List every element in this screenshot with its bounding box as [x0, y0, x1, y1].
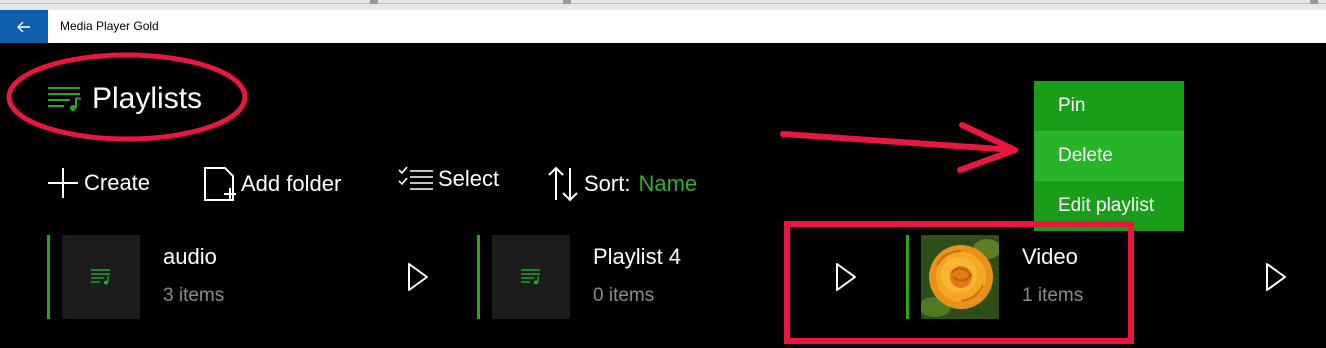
playlist-count: 1 items	[1022, 285, 1084, 306]
plus-icon	[48, 168, 78, 198]
create-label: Create	[84, 170, 151, 195]
tile-thumbnail	[492, 235, 570, 319]
play-icon[interactable]	[1265, 262, 1287, 292]
playlist-icon	[48, 87, 82, 111]
add-folder-label: Add folder	[241, 171, 342, 196]
page-header: Playlists	[48, 82, 202, 116]
back-arrow-icon	[17, 21, 30, 32]
app-title: Media Player Gold	[60, 19, 159, 33]
rose-image	[921, 235, 999, 319]
tile-thumbnail	[62, 235, 140, 319]
playlist-icon	[521, 269, 540, 285]
window-chrome-strip	[0, 0, 1326, 10]
select-icon	[398, 166, 433, 190]
playlist-tile[interactable]: Playlist 4 0 items	[477, 235, 777, 319]
play-icon[interactable]	[835, 262, 857, 292]
menu-item-pin[interactable]: Pin	[1034, 81, 1184, 131]
sort-value: Name	[638, 171, 698, 196]
title-bar: Media Player Gold	[0, 10, 1326, 43]
menu-item-edit-playlist[interactable]: Edit playlist	[1034, 181, 1184, 231]
playlist-tile[interactable]: Video 1 items	[906, 235, 1206, 319]
playlist-name: Video	[1022, 244, 1078, 269]
page-title: Playlists	[92, 82, 203, 115]
add-folder-icon	[204, 167, 236, 201]
context-menu: Pin Delete Edit playlist	[1034, 81, 1184, 231]
playlist-tile[interactable]: audio 3 items	[47, 235, 347, 319]
playlist-count: 0 items	[593, 285, 655, 306]
create-button[interactable]: Create	[46, 166, 150, 200]
sort-icon	[548, 166, 578, 202]
playlist-name: Playlist 4	[593, 244, 682, 269]
play-icon[interactable]	[407, 262, 429, 292]
sort-button[interactable]: Sort: Name	[546, 166, 697, 202]
menu-item-delete[interactable]: Delete	[1034, 131, 1184, 181]
tile-thumbnail	[921, 235, 999, 319]
tile-accent-bar	[477, 235, 480, 319]
tile-accent-bar	[47, 235, 50, 319]
back-button[interactable]	[0, 10, 48, 43]
sort-label: Sort:	[584, 171, 631, 196]
tile-accent-bar	[906, 235, 909, 319]
playlist-count: 3 items	[163, 285, 225, 306]
select-label: Select	[438, 166, 500, 191]
select-button[interactable]: Select	[398, 166, 499, 192]
playlist-name: audio	[163, 244, 217, 269]
annotation-arrow	[780, 122, 1018, 173]
playlist-icon	[91, 269, 110, 285]
add-folder-button[interactable]: Add folder	[203, 166, 341, 202]
